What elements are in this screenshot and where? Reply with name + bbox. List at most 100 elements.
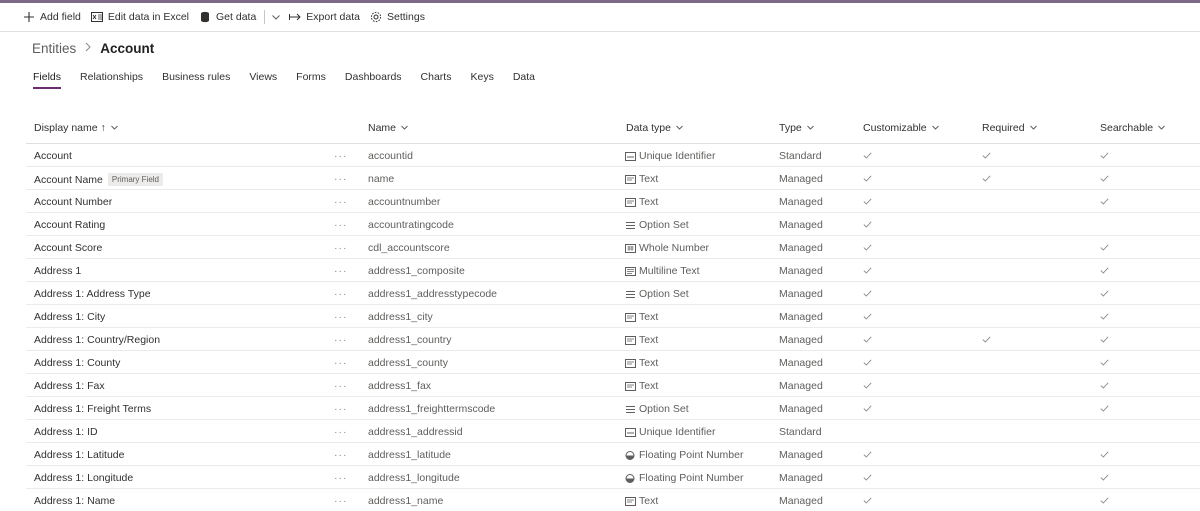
export-data-button[interactable]: Export data bbox=[284, 6, 365, 28]
tab-relationships[interactable]: Relationships bbox=[80, 71, 143, 89]
table-row[interactable]: Address 1 ··· address1_composite Multiline … bbox=[26, 259, 1200, 282]
more-options-button[interactable]: ··· bbox=[334, 472, 348, 484]
customizable-check-icon bbox=[863, 265, 872, 277]
column-header-display-name[interactable]: Display name ↑ bbox=[34, 122, 119, 134]
data-type-label: Text bbox=[639, 311, 659, 323]
display-name-cell[interactable]: Address 1: Longitude bbox=[34, 472, 133, 484]
table-row[interactable]: Address 1: ID ··· address1_addressid Unique… bbox=[26, 420, 1200, 443]
tab-forms[interactable]: Forms bbox=[296, 71, 326, 89]
data-type-cell: Text bbox=[625, 357, 658, 369]
tab-business-rules[interactable]: Business rules bbox=[162, 71, 230, 89]
searchable-check-icon bbox=[1100, 242, 1109, 254]
more-options-button[interactable]: ··· bbox=[334, 288, 348, 300]
column-header-data-type[interactable]: Data type bbox=[626, 122, 684, 134]
field-name: address1_addresstypecode bbox=[368, 288, 498, 300]
gear-icon bbox=[370, 11, 382, 23]
table-row[interactable]: Address 1: Freight Terms ··· address1_frei… bbox=[26, 397, 1200, 420]
display-name-cell[interactable]: Account bbox=[34, 150, 72, 162]
table-row[interactable]: Account Number ··· accountnumber Text Manage… bbox=[26, 190, 1200, 213]
more-options-button[interactable]: ··· bbox=[334, 173, 348, 185]
table-row[interactable]: Account ··· accountid Unique Identifier Stan… bbox=[26, 144, 1200, 167]
column-header-searchable[interactable]: Searchable bbox=[1100, 122, 1166, 134]
float-icon bbox=[625, 450, 636, 460]
text-icon bbox=[625, 335, 636, 345]
column-header-required[interactable]: Required bbox=[982, 122, 1038, 134]
table-row[interactable]: Address 1: Address Type ··· address1_addre… bbox=[26, 282, 1200, 305]
breadcrumb-entities-link[interactable]: Entities bbox=[32, 41, 76, 56]
tab-fields[interactable]: Fields bbox=[33, 71, 62, 89]
more-options-button[interactable]: ··· bbox=[334, 265, 348, 277]
table-row[interactable]: Address 1: Latitude ··· address1_latitude F… bbox=[26, 443, 1200, 466]
searchable-check-icon bbox=[1100, 495, 1109, 507]
text-icon bbox=[625, 312, 636, 322]
display-name-cell[interactable]: Address 1: Latitude bbox=[34, 449, 124, 461]
column-header-customizable[interactable]: Customizable bbox=[863, 122, 940, 134]
add-field-button[interactable]: Add field bbox=[18, 6, 86, 28]
more-options-button[interactable]: ··· bbox=[334, 334, 348, 346]
more-options-button[interactable]: ··· bbox=[334, 219, 348, 231]
field-name: accountid bbox=[368, 150, 413, 162]
get-data-chevron-down-icon[interactable] bbox=[270, 11, 282, 23]
display-name-cell[interactable]: Account Name Primary Field bbox=[34, 173, 163, 186]
table-row[interactable]: Address 1: City ··· address1_city Text Manag… bbox=[26, 305, 1200, 328]
column-header-type[interactable]: Type bbox=[779, 122, 815, 134]
table-row[interactable]: Address 1: Name ··· address1_name Text Manag… bbox=[26, 489, 1200, 511]
field-name: address1_fax bbox=[368, 380, 432, 392]
excel-icon bbox=[90, 11, 103, 23]
table-row[interactable]: Address 1: County ··· address1_county Text M… bbox=[26, 351, 1200, 374]
plus-icon bbox=[23, 11, 35, 23]
grid-header: Display name ↑ Name Data type Type Custo… bbox=[26, 113, 1200, 144]
more-options-button[interactable]: ··· bbox=[334, 357, 348, 369]
export-data-label: Export data bbox=[306, 11, 360, 23]
table-row[interactable]: Account Rating ··· accountratingcode Option… bbox=[26, 213, 1200, 236]
chevron-down-icon bbox=[110, 123, 119, 132]
display-name-cell[interactable]: Account Number bbox=[34, 196, 112, 208]
type-cell: Standard bbox=[779, 150, 822, 162]
display-name-cell[interactable]: Address 1: Name bbox=[34, 495, 115, 507]
text-icon bbox=[625, 381, 636, 391]
table-row[interactable]: Address 1: Fax ··· address1_fax Text Managed bbox=[26, 374, 1200, 397]
display-name-cell[interactable]: Address 1: Country/Region bbox=[34, 334, 160, 346]
get-data-button[interactable]: Get data bbox=[194, 6, 261, 28]
display-name: Account Score bbox=[34, 242, 103, 254]
display-name-cell[interactable]: Address 1: Address Type bbox=[34, 288, 151, 300]
tab-keys[interactable]: Keys bbox=[470, 71, 493, 89]
display-name-cell[interactable]: Address 1: County bbox=[34, 357, 120, 369]
display-name-cell[interactable]: Account Rating bbox=[34, 219, 105, 231]
display-name-cell[interactable]: Address 1: Fax bbox=[34, 380, 105, 392]
tab-views[interactable]: Views bbox=[249, 71, 277, 89]
more-options-button[interactable]: ··· bbox=[334, 449, 348, 461]
display-name: Address 1: Longitude bbox=[34, 472, 134, 484]
display-name-cell[interactable]: Address 1: ID bbox=[34, 426, 98, 438]
more-options-button[interactable]: ··· bbox=[334, 426, 348, 438]
searchable-check-icon bbox=[1100, 449, 1109, 461]
edit-in-excel-button[interactable]: Edit data in Excel bbox=[86, 6, 194, 28]
settings-label: Settings bbox=[387, 11, 425, 23]
more-options-button[interactable]: ··· bbox=[334, 242, 348, 254]
data-type-cell: Text bbox=[625, 334, 658, 346]
data-type-label: Unique Identifier bbox=[639, 426, 716, 438]
tab-dashboards[interactable]: Dashboards bbox=[345, 71, 402, 89]
display-name-cell[interactable]: Address 1 bbox=[34, 265, 81, 277]
data-type-label: Floating Point Number bbox=[639, 449, 744, 461]
data-type-label: Option Set bbox=[639, 403, 689, 415]
display-name-cell[interactable]: Account Score bbox=[34, 242, 102, 254]
chevron-down-icon bbox=[1157, 123, 1166, 132]
table-row[interactable]: Address 1: Longitude ··· address1_longitud… bbox=[26, 466, 1200, 489]
settings-button[interactable]: Settings bbox=[365, 6, 430, 28]
more-options-button[interactable]: ··· bbox=[334, 196, 348, 208]
more-options-button[interactable]: ··· bbox=[334, 495, 348, 507]
tab-charts[interactable]: Charts bbox=[421, 71, 452, 89]
table-row[interactable]: Account Name Primary Field ··· name Text Mana… bbox=[26, 167, 1200, 190]
display-name-cell[interactable]: Address 1: Freight Terms bbox=[34, 403, 151, 415]
more-options-button[interactable]: ··· bbox=[334, 380, 348, 392]
table-row[interactable]: Account Score ··· cdl_accountscore Whole Nu… bbox=[26, 236, 1200, 259]
display-name-cell[interactable]: Address 1: City bbox=[34, 311, 105, 323]
tab-data[interactable]: Data bbox=[513, 71, 535, 89]
column-header-name[interactable]: Name bbox=[368, 122, 409, 134]
more-options-button[interactable]: ··· bbox=[334, 311, 348, 323]
add-field-label: Add field bbox=[40, 11, 81, 23]
more-options-button[interactable]: ··· bbox=[334, 150, 348, 162]
table-row[interactable]: Address 1: Country/Region ··· address1_cou… bbox=[26, 328, 1200, 351]
more-options-button[interactable]: ··· bbox=[334, 403, 348, 415]
